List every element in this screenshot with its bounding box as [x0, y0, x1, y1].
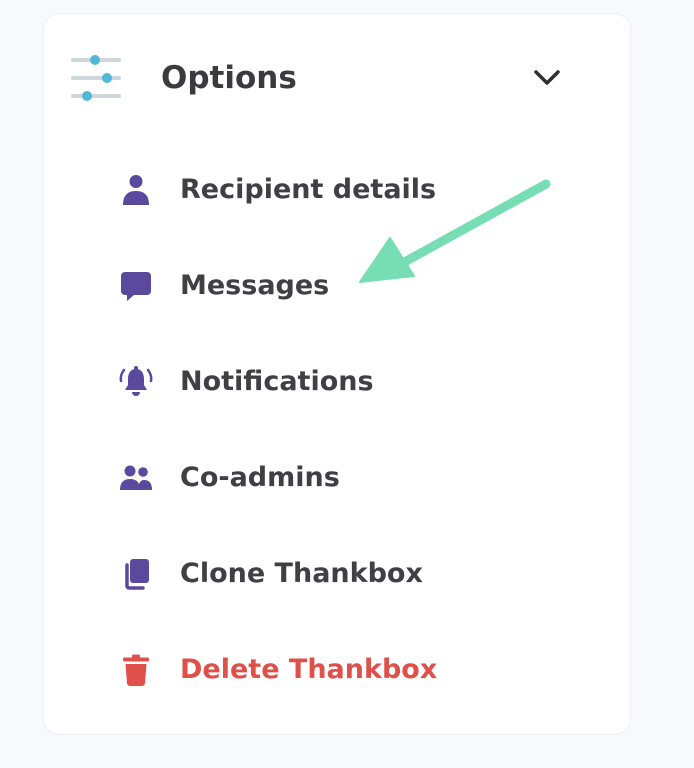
- menu-item-label: Co-admins: [180, 462, 340, 493]
- bell-icon: [119, 366, 153, 396]
- users-icon: [120, 465, 152, 490]
- menu-item-label: Messages: [180, 270, 330, 301]
- options-header-toggle[interactable]: Options: [44, 14, 630, 142]
- options-title: Options: [161, 60, 297, 96]
- user-icon: [123, 175, 149, 205]
- menu-item-recipient-details[interactable]: Recipient details: [108, 160, 568, 220]
- chevron-down-icon[interactable]: [532, 66, 562, 90]
- options-panel: Options Recipient details Messages Notif…: [44, 14, 630, 734]
- trash-icon: [123, 654, 149, 686]
- menu-item-label: Delete Thankbox: [180, 654, 438, 685]
- menu-item-label: Notifications: [180, 366, 374, 397]
- copy-icon: [125, 559, 149, 590]
- menu-item-notifications[interactable]: Notifications: [108, 352, 568, 412]
- menu-item-label: Recipient details: [180, 174, 437, 205]
- menu-item-co-admins[interactable]: Co-admins: [108, 448, 568, 508]
- menu-item-clone-thankbox[interactable]: Clone Thankbox: [108, 544, 568, 604]
- message-icon: [121, 272, 151, 301]
- menu-item-delete-thankbox[interactable]: Delete Thankbox: [108, 640, 568, 700]
- menu-item-label: Clone Thankbox: [180, 558, 423, 589]
- menu-item-messages[interactable]: Messages: [108, 256, 568, 316]
- sliders-icon: [71, 55, 121, 101]
